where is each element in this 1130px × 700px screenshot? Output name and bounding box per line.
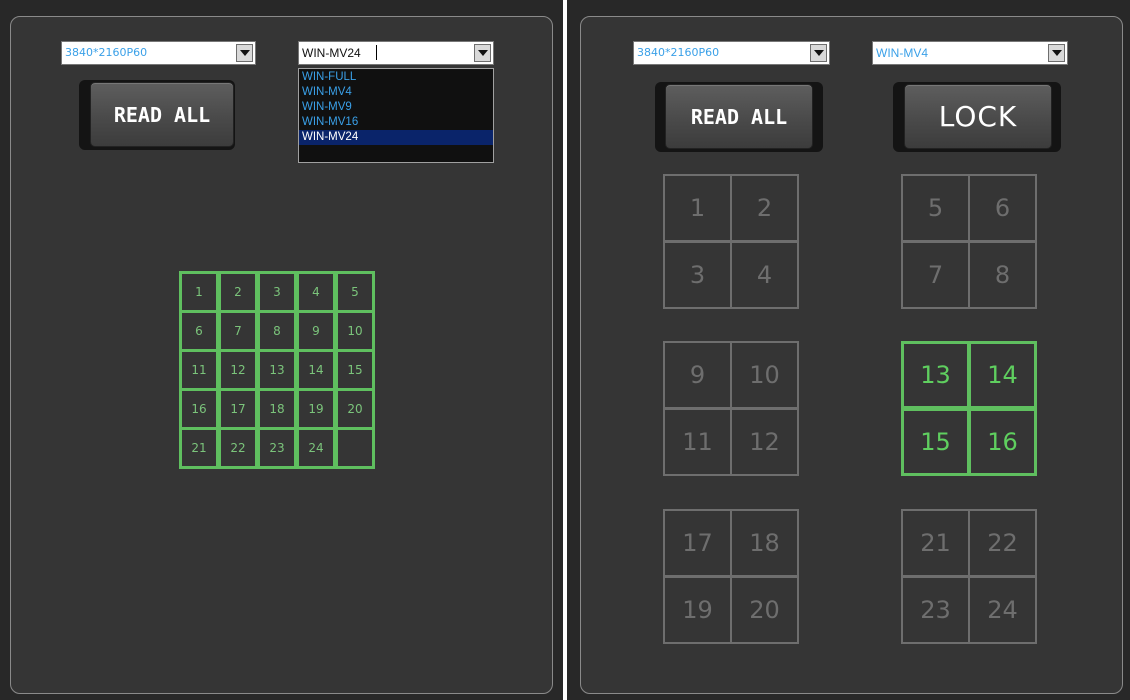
window-cell[interactable]: 6: [179, 310, 219, 352]
window-cell[interactable]: 3: [663, 241, 732, 309]
window-cell[interactable]: 21: [901, 509, 970, 577]
window-cell[interactable]: 5: [901, 174, 970, 242]
window-cell[interactable]: 10: [335, 310, 375, 352]
window-cell[interactable]: 16: [179, 388, 219, 430]
window-cell[interactable]: 12: [218, 349, 258, 391]
right-panel: 3840*2160P60 WIN-MV4 READ ALL LOCK 12345…: [567, 0, 1130, 700]
lock-button[interactable]: LOCK: [904, 84, 1052, 149]
window-cell[interactable]: 12: [730, 408, 799, 476]
chevron-down-icon: [477, 50, 488, 56]
mode-select[interactable]: WIN-MV4: [872, 41, 1068, 65]
window-cell[interactable]: 13: [901, 341, 970, 409]
window-cell[interactable]: [335, 427, 375, 469]
chevron-down-icon: [813, 50, 824, 56]
resolution-select-value: 3840*2160P60: [65, 46, 148, 59]
resolution-select-value: 3840*2160P60: [637, 46, 720, 59]
window-cell[interactable]: 4: [730, 241, 799, 309]
window-cell[interactable]: 9: [663, 341, 732, 409]
window-cell[interactable]: 6: [968, 174, 1037, 242]
mode-select-value: WIN-MV24: [302, 46, 361, 60]
window-cell[interactable]: 14: [968, 341, 1037, 409]
read-all-button[interactable]: READ ALL: [90, 82, 234, 147]
chevron-down-icon: [239, 50, 250, 56]
window-cell[interactable]: 18: [730, 509, 799, 577]
window-cell[interactable]: 15: [335, 349, 375, 391]
mode-option[interactable]: WIN-MV16: [299, 115, 493, 130]
resolution-select[interactable]: 3840*2160P60: [633, 41, 830, 65]
resolution-dropdown-button[interactable]: [810, 44, 827, 62]
window-cell[interactable]: 10: [730, 341, 799, 409]
window-cell[interactable]: 5: [335, 271, 375, 313]
window-cell[interactable]: 1: [663, 174, 732, 242]
window-cell[interactable]: 8: [257, 310, 297, 352]
mode-option[interactable]: WIN-MV9: [299, 100, 493, 115]
mode-dropdown-button[interactable]: [1048, 44, 1065, 62]
window-cell[interactable]: 21: [179, 427, 219, 469]
window-cell[interactable]: 18: [257, 388, 297, 430]
window-cell[interactable]: 1: [179, 271, 219, 313]
left-panel: 3840*2160P60 WIN-MV24 WIN-FULL WIN-MV4 WIN…: [0, 0, 563, 700]
window-cell[interactable]: 19: [296, 388, 336, 430]
window-cell[interactable]: 4: [296, 271, 336, 313]
window-cell[interactable]: 22: [968, 509, 1037, 577]
window-cell[interactable]: 3: [257, 271, 297, 313]
mode-dropdown-list: WIN-FULL WIN-MV4 WIN-MV9 WIN-MV16 WIN-MV24: [298, 68, 494, 163]
mode-option[interactable]: WIN-MV4: [299, 85, 493, 100]
window-cell[interactable]: 20: [730, 576, 799, 644]
window-cell[interactable]: 17: [663, 509, 732, 577]
window-cell[interactable]: 7: [218, 310, 258, 352]
window-cell[interactable]: 9: [296, 310, 336, 352]
window-cell[interactable]: 19: [663, 576, 732, 644]
window-cell[interactable]: 23: [257, 427, 297, 469]
window-cell[interactable]: 17: [218, 388, 258, 430]
mode-option[interactable]: WIN-FULL: [299, 70, 493, 85]
window-cell[interactable]: 13: [257, 349, 297, 391]
mode-select[interactable]: WIN-MV24: [298, 41, 494, 65]
mode-select-value: WIN-MV4: [876, 46, 928, 60]
window-cell[interactable]: 8: [968, 241, 1037, 309]
text-cursor: [376, 45, 377, 60]
window-cell[interactable]: 23: [901, 576, 970, 644]
mode-dropdown-button[interactable]: [474, 44, 491, 62]
resolution-dropdown-button[interactable]: [236, 44, 253, 62]
window-cell[interactable]: 11: [179, 349, 219, 391]
window-cell[interactable]: 11: [663, 408, 732, 476]
window-cell[interactable]: 24: [296, 427, 336, 469]
read-all-button[interactable]: READ ALL: [665, 84, 813, 149]
mode-option[interactable]: WIN-MV24: [299, 130, 493, 145]
window-cell[interactable]: 14: [296, 349, 336, 391]
chevron-down-icon: [1051, 50, 1062, 56]
window-cell[interactable]: 15: [901, 408, 970, 476]
window-cell[interactable]: 2: [218, 271, 258, 313]
window-cell[interactable]: 16: [968, 408, 1037, 476]
resolution-select[interactable]: 3840*2160P60: [61, 41, 256, 65]
window-cell[interactable]: 7: [901, 241, 970, 309]
window-cell[interactable]: 24: [968, 576, 1037, 644]
window-cell[interactable]: 22: [218, 427, 258, 469]
window-cell[interactable]: 20: [335, 388, 375, 430]
window-cell[interactable]: 2: [730, 174, 799, 242]
